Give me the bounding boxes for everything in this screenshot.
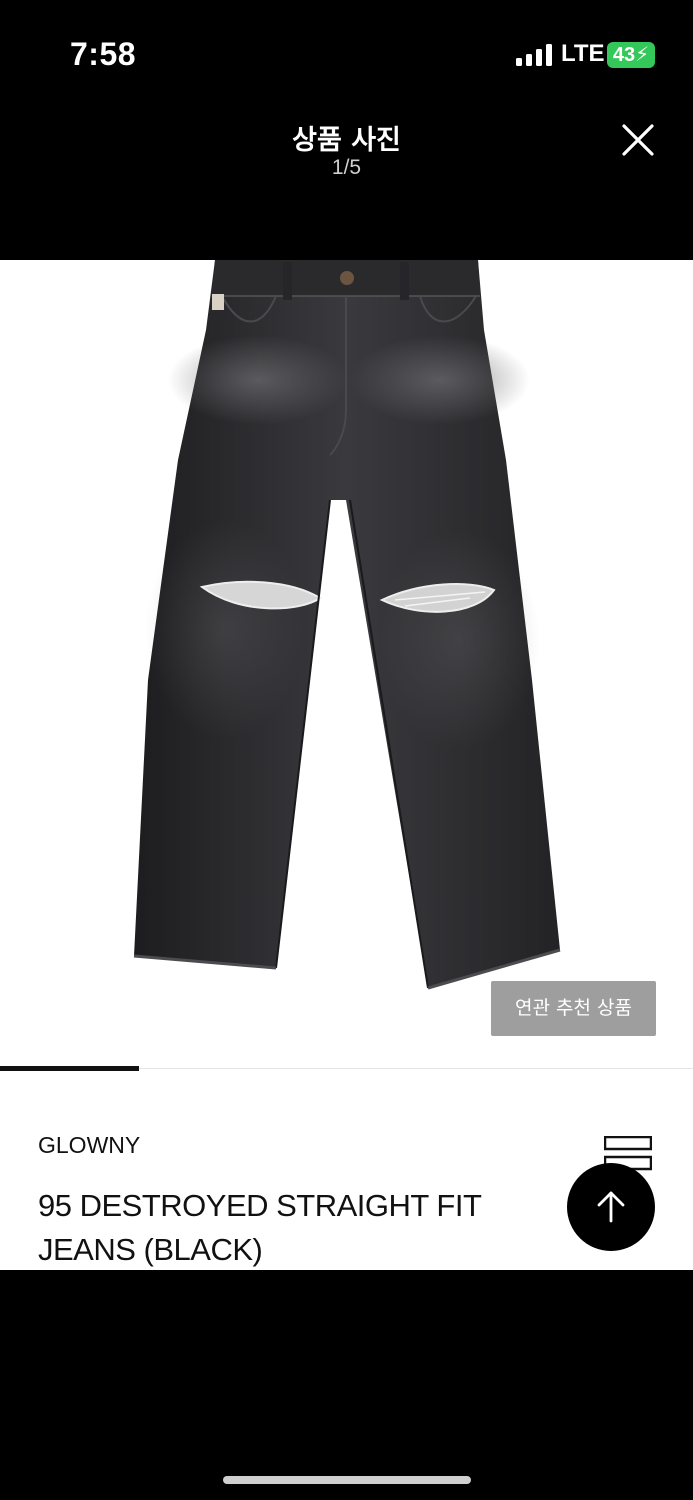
scroll-top-button[interactable] bbox=[567, 1163, 655, 1251]
product-name: 95 DESTROYED STRAIGHT FIT JEANS (BLACK) bbox=[38, 1188, 481, 1267]
product-photo[interactable] bbox=[0, 260, 693, 1068]
arrow-up-icon bbox=[597, 1191, 625, 1223]
network-type: LTE bbox=[561, 40, 605, 67]
battery-icon: 43⚡ bbox=[607, 42, 655, 68]
product-detail-panel[interactable]: 연관 추천 상품 GLOWNY 95 DESTROYED STRAIGHT FI… bbox=[0, 260, 693, 1270]
signal-icon bbox=[516, 44, 552, 66]
viewer-header: 상품 사진 1/5 bbox=[0, 110, 693, 260]
gallery-progress-indicator bbox=[0, 1066, 139, 1071]
status-time: 7:58 bbox=[70, 36, 137, 72]
brand-name[interactable]: GLOWNY bbox=[38, 1132, 140, 1159]
battery-level: 43 bbox=[612, 44, 636, 66]
status-bar: 7:58 LTE 43⚡ bbox=[0, 0, 693, 110]
photo-counter: 1/5 bbox=[331, 156, 362, 179]
close-icon[interactable] bbox=[618, 120, 658, 160]
related-products-button[interactable]: 연관 추천 상품 bbox=[491, 981, 656, 1036]
page-title: 상품 사진 bbox=[292, 125, 401, 156]
home-indicator[interactable] bbox=[223, 1476, 471, 1484]
